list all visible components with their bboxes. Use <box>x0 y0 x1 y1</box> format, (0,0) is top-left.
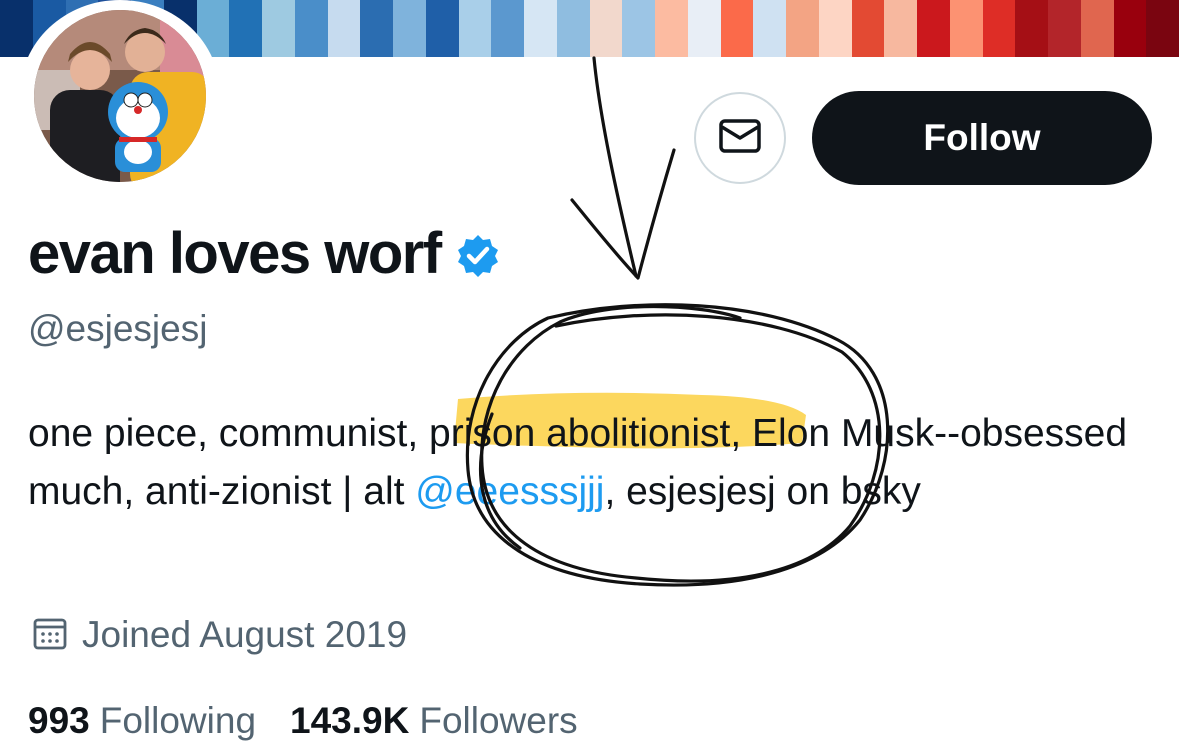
banner-stripe <box>1080 0 1114 57</box>
bio-mention-link[interactable]: @eeesssjjj <box>415 470 604 513</box>
following-stat[interactable]: 993 Following <box>28 700 256 742</box>
calendar-icon <box>32 615 68 656</box>
banner-stripe <box>1048 0 1081 57</box>
banner-stripe <box>1015 0 1048 57</box>
display-name-row: evan loves worf <box>28 220 501 287</box>
bio-text: , esjesjesj on bsky <box>604 470 921 513</box>
banner-stripe <box>360 0 393 57</box>
banner-stripe <box>294 0 328 57</box>
banner-stripe <box>262 0 295 57</box>
banner-stripe <box>622 0 655 57</box>
annotation-arrow <box>592 56 638 278</box>
followers-label: Followers <box>419 700 578 741</box>
banner-stripe <box>655 0 688 57</box>
following-label: Following <box>99 700 257 741</box>
banner-stripe <box>851 0 885 57</box>
profile-bio: one piece, communist, prison abolitionis… <box>28 405 1158 521</box>
banner-stripe <box>0 0 33 57</box>
display-name: evan loves worf <box>28 221 442 286</box>
banner-stripe <box>556 0 590 57</box>
joined-date-row: Joined August 2019 <box>32 614 407 656</box>
bio-highlighted-text: prison abolitionist <box>429 412 731 455</box>
joined-date: Joined August 2019 <box>82 614 408 655</box>
banner-stripe <box>327 0 361 57</box>
followers-count: 143.9K <box>290 700 410 741</box>
follow-button[interactable]: Follow <box>812 91 1152 185</box>
banner-stripe <box>753 0 786 57</box>
banner-stripe <box>1146 0 1179 57</box>
envelope-icon <box>718 118 762 159</box>
follow-stats: 993 Following 143.9K Followers <box>28 700 578 742</box>
banner-stripe <box>491 0 524 57</box>
banner-stripe <box>1113 0 1147 57</box>
banner-stripe <box>524 0 557 57</box>
banner-stripe <box>818 0 852 57</box>
bio-text: one piece, communist <box>28 412 408 455</box>
banner-stripe <box>949 0 983 57</box>
banner-stripe <box>917 0 950 57</box>
banner-stripe <box>982 0 1016 57</box>
profile-handle: @esjesjesj <box>28 308 208 349</box>
banner-stripe <box>786 0 819 57</box>
banner-stripe <box>884 0 917 57</box>
message-button[interactable] <box>694 92 786 184</box>
banner-stripe <box>229 0 262 57</box>
following-count: 993 <box>28 700 90 741</box>
bio-text: , <box>407 412 430 455</box>
banner-stripe <box>458 0 492 57</box>
banner-stripe <box>589 0 623 57</box>
banner-stripe <box>720 0 754 57</box>
annotation-arrowhead <box>570 148 676 280</box>
avatar[interactable] <box>20 0 220 188</box>
followers-stat[interactable]: 143.9K Followers <box>290 700 578 742</box>
banner-stripe <box>393 0 426 57</box>
verified-badge-icon[interactable] <box>455 233 501 279</box>
banner-stripe <box>687 0 721 57</box>
banner-stripe <box>425 0 459 57</box>
